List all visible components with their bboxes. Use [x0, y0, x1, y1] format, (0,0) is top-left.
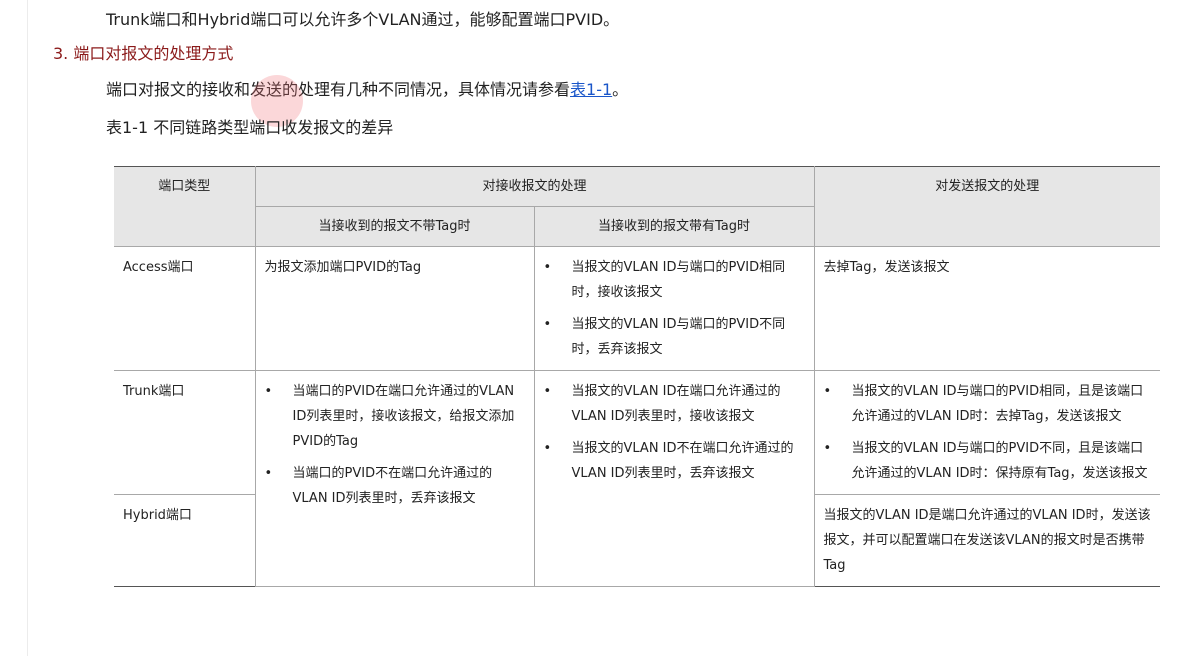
intro-paragraph: Trunk端口和Hybrid端口可以允许多个VLAN通过，能够配置端口PVID。 — [106, 10, 620, 29]
cell-trunk-untagged: 当端口的PVID在端口允许通过的VLAN ID列表里时，接收该报文，给报文添加P… — [254, 370, 535, 587]
cell-trunk-send: 当报文的VLAN ID与端口的PVID相同，且是该端口允许通过的VLAN ID时… — [813, 370, 1161, 495]
header-receive-tagged: 当接收到的报文带有Tag时 — [533, 206, 815, 247]
body-paragraph: 端口对报文的接收和发送的处理有几种不同情况，具体情况请参看表1-1。 — [106, 79, 628, 101]
cell-hybrid-send: 当报文的VLAN ID是端口允许通过的VLAN ID时，发送该报文，并可以配置端… — [813, 494, 1161, 587]
cell-port-type: Hybrid端口 — [114, 494, 256, 587]
header-port-type: 端口类型 — [114, 166, 256, 247]
cell-trunk-tagged: 当报文的VLAN ID在端口允许通过的VLAN ID列表里时，接收该报文 当报文… — [533, 370, 815, 587]
table-reference-link[interactable]: 表1-1 — [570, 80, 612, 99]
cell-access-untagged: 为报文添加端口PVID的Tag — [254, 246, 535, 371]
bullet-item: 当报文的VLAN ID与端口的PVID不同，且是该端口允许通过的VLAN ID时… — [824, 436, 1152, 486]
document-page: Trunk端口和Hybrid端口可以允许多个VLAN通过，能够配置端口PVID。… — [0, 0, 1186, 656]
bullet-item: 当报文的VLAN ID与端口的PVID不同时，丢弃该报文 — [544, 312, 805, 362]
cell-port-type: Access端口 — [114, 246, 256, 371]
body-paragraph-end: 。 — [612, 80, 629, 99]
section-heading: 3. 端口对报文的处理方式 — [53, 44, 234, 63]
header-receive: 对接收报文的处理 — [254, 166, 815, 207]
header-receive-untagged: 当接收到的报文不带Tag时 — [255, 206, 535, 247]
body-paragraph-text: 端口对报文的接收和发送的处理有几种不同情况，具体情况请参看 — [106, 80, 571, 99]
bullet-list: 当报文的VLAN ID与端口的PVID相同时，接收该报文 当报文的VLAN ID… — [544, 255, 805, 362]
bullet-item: 当端口的PVID不在端口允许通过的VLAN ID列表里时，丢弃该报文 — [265, 461, 525, 511]
bullet-list: 当报文的VLAN ID与端口的PVID相同，且是该端口允许通过的VLAN ID时… — [824, 379, 1152, 486]
cell-port-type: Trunk端口 — [114, 370, 256, 495]
header-send: 对发送报文的处理 — [813, 166, 1161, 247]
table-caption: 表1-1 不同链路类型端口收发报文的差异 — [106, 118, 394, 137]
bullet-list: 当报文的VLAN ID在端口允许通过的VLAN ID列表里时，接收该报文 当报文… — [544, 379, 805, 486]
table-row-trunk: Trunk端口 当端口的PVID在端口允许通过的VLAN ID列表里时，接收该报… — [114, 370, 1161, 587]
bullet-item: 当报文的VLAN ID在端口允许通过的VLAN ID列表里时，接收该报文 — [544, 379, 805, 429]
bullet-item: 当报文的VLAN ID与端口的PVID相同时，接收该报文 — [544, 255, 805, 305]
table-row-access: Access端口 为报文添加端口PVID的Tag 当报文的VLAN ID与端口的… — [114, 246, 1161, 371]
bullet-list: 当端口的PVID在端口允许通过的VLAN ID列表里时，接收该报文，给报文添加P… — [265, 379, 525, 511]
port-handling-table: 端口类型 对接收报文的处理 对发送报文的处理 当接收到的报文不带Tag时 当接收… — [114, 166, 1161, 587]
cell-access-tagged: 当报文的VLAN ID与端口的PVID相同时，接收该报文 当报文的VLAN ID… — [533, 246, 815, 371]
table-header-row: 端口类型 对接收报文的处理 对发送报文的处理 — [114, 166, 1161, 247]
page-left-rule — [27, 0, 28, 656]
bullet-item: 当端口的PVID在端口允许通过的VLAN ID列表里时，接收该报文，给报文添加P… — [265, 379, 525, 454]
bullet-item: 当报文的VLAN ID不在端口允许通过的VLAN ID列表里时，丢弃该报文 — [544, 436, 805, 486]
bullet-item: 当报文的VLAN ID与端口的PVID相同，且是该端口允许通过的VLAN ID时… — [824, 379, 1152, 429]
cell-access-send: 去掉Tag，发送该报文 — [813, 246, 1161, 371]
